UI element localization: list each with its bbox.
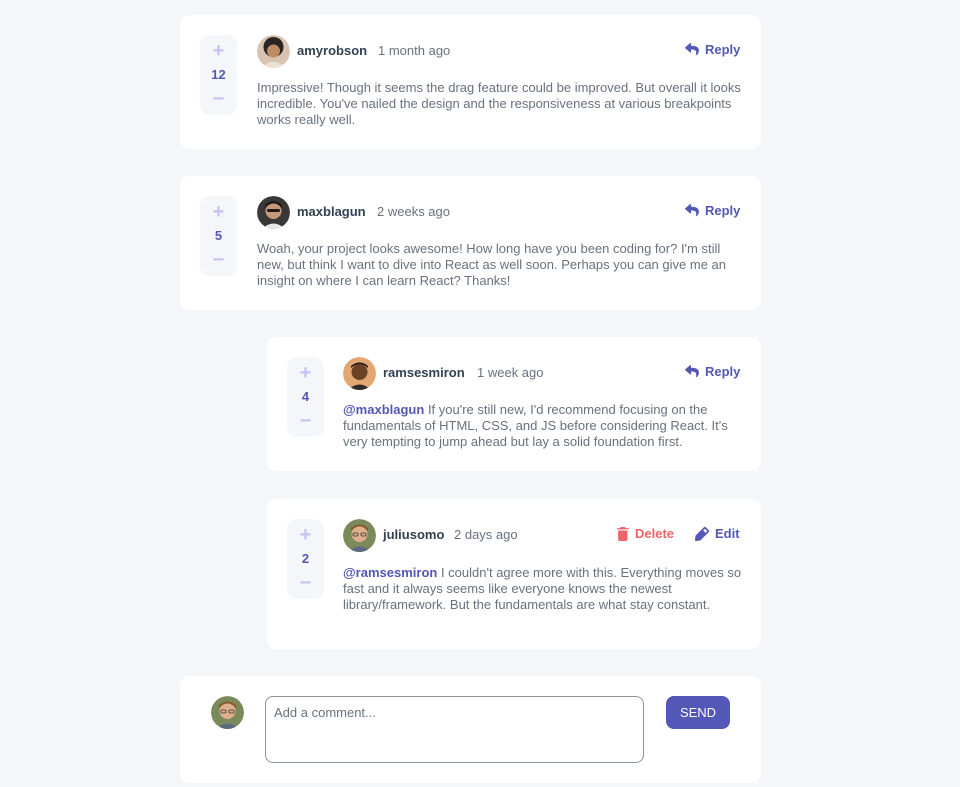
reply-label: Reply [705, 42, 741, 57]
timestamp: 2 weeks ago [377, 204, 450, 219]
reply-card: + 2 − juliusomo 2 days ago Delete Edit @… [267, 499, 761, 649]
upvote-button[interactable]: + [200, 41, 237, 61]
vote-widget: + 5 − [200, 196, 237, 276]
timestamp: 2 days ago [454, 527, 518, 542]
vote-widget: + 4 − [287, 357, 324, 437]
reply-button[interactable]: Reply [685, 203, 740, 218]
mention-link[interactable]: @ramsesmiron [343, 565, 437, 580]
upvote-button[interactable]: + [287, 525, 324, 545]
score-count: 2 [301, 551, 310, 566]
comment-text: @maxblagun If you're still new, I'd reco… [343, 402, 743, 450]
comment-composer: SEND [180, 676, 761, 783]
downvote-button[interactable]: − [287, 411, 324, 431]
pencil-icon [695, 526, 709, 541]
avatar [211, 696, 244, 729]
upvote-button[interactable]: + [287, 363, 324, 383]
edit-label: Edit [715, 526, 740, 541]
downvote-button[interactable]: − [287, 573, 324, 593]
score-count: 12 [211, 67, 226, 82]
send-button[interactable]: SEND [666, 696, 730, 729]
timestamp: 1 month ago [378, 43, 451, 58]
reply-icon [685, 43, 699, 56]
comment-card: + 12 − amyrobson 1 month ago Reply Impre… [180, 15, 761, 149]
avatar [343, 357, 376, 390]
reply-label: Reply [705, 203, 741, 218]
comment-card: + 5 − maxblagun 2 weeks ago Reply Woah, … [180, 176, 761, 310]
comment-text: @ramsesmiron I couldn't agree more with … [343, 565, 743, 613]
reply-button[interactable]: Reply [685, 42, 740, 57]
reply-card: + 4 − ramsesmiron 1 week ago Reply @maxb… [267, 337, 761, 471]
edit-button[interactable]: Edit [695, 526, 740, 541]
upvote-button[interactable]: + [200, 202, 237, 222]
username[interactable]: maxblagun [297, 204, 366, 219]
avatar [257, 196, 290, 229]
vote-widget: + 2 − [287, 519, 324, 599]
score-count: 4 [301, 389, 310, 404]
timestamp: 1 week ago [477, 365, 544, 380]
comment-text: Impressive! Though it seems the drag fea… [257, 80, 741, 127]
trash-icon [617, 526, 629, 541]
delete-button[interactable]: Delete [617, 526, 674, 541]
downvote-button[interactable]: − [200, 89, 237, 109]
vote-widget: + 12 − [200, 35, 237, 115]
score-count: 5 [214, 228, 223, 243]
reply-label: Reply [705, 364, 741, 379]
username[interactable]: amyrobson [297, 43, 367, 58]
reply-icon [685, 365, 699, 378]
username[interactable]: ramsesmiron [383, 365, 465, 380]
delete-label: Delete [635, 526, 675, 541]
username[interactable]: juliusomo [383, 527, 444, 542]
mention-link[interactable]: @maxblagun [343, 402, 424, 417]
reply-icon [685, 204, 699, 217]
downvote-button[interactable]: − [200, 250, 237, 270]
reply-button[interactable]: Reply [685, 364, 740, 379]
avatar [257, 35, 290, 68]
comment-input[interactable] [265, 696, 644, 763]
comment-text: Woah, your project looks awesome! How lo… [257, 241, 726, 288]
avatar [343, 519, 376, 552]
